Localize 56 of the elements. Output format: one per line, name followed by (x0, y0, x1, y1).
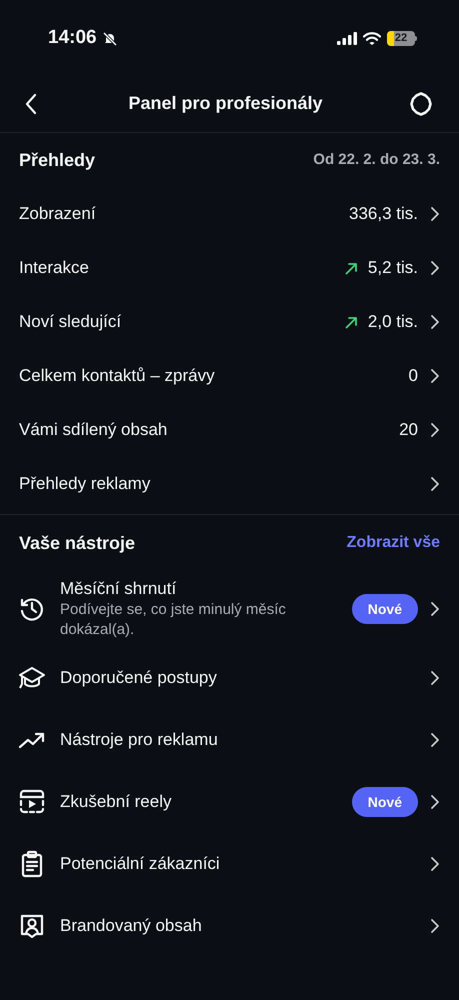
stat-label: Celkem kontaktů – zprávy (19, 365, 216, 388)
tool-row[interactable]: Doporučené postupy (0, 647, 459, 709)
reel-icon (18, 788, 46, 816)
tool-label: Nástroje pro reklamu (60, 729, 219, 751)
stat-value: 5,2 tis. (368, 257, 418, 280)
stat-label: Přehledy reklamy (19, 473, 152, 496)
section-title: Vaše nástroje (19, 532, 136, 555)
tool-row[interactable]: Zkušební reely Nové (0, 771, 459, 833)
chevron-right-icon (430, 368, 440, 384)
stat-value: 2,0 tis. (368, 311, 418, 334)
signal-icon (337, 32, 357, 45)
chevron-right-icon (430, 732, 440, 748)
chevron-right-icon (430, 918, 440, 934)
tool-label: Potenciální zákazníci (60, 853, 221, 875)
wifi-icon (363, 32, 381, 45)
stat-value: 0 (408, 365, 418, 388)
chevron-right-icon (430, 601, 440, 617)
stat-label: Zobrazení (19, 203, 97, 226)
tool-row[interactable]: Měsíční shrnutí Podívejte se, co jste minulý měsíc dokázal(a). Nové (0, 571, 459, 647)
stat-row[interactable]: Interakce 5,2 tis. (0, 241, 459, 295)
tool-label: Měsíční shrnutí (60, 578, 178, 600)
section-title: Přehledy (19, 148, 96, 172)
chevron-right-icon (430, 422, 440, 438)
tool-row[interactable]: Nástroje pro reklamu (0, 709, 459, 771)
tool-description: Podívejte se, co jste minulý měsíc dokázal(a). (60, 600, 287, 640)
tool-row[interactable]: Brandovaný obsah (0, 895, 459, 957)
stat-label: Vámi sdílený obsah (19, 419, 168, 442)
stat-value: 20 (399, 419, 418, 442)
muted-bell-icon (102, 30, 118, 46)
tool-label: Brandovaný obsah (60, 915, 203, 937)
date-range: Od 22. 2. do 23. 3. (313, 150, 440, 170)
status-time: 14:06 (48, 26, 97, 50)
new-badge: Nové (352, 594, 418, 624)
chevron-right-icon (430, 476, 440, 492)
tool-row[interactable]: Potenciální zákazníci (0, 833, 459, 895)
stat-row[interactable]: Vámi sdílený obsah 20 (0, 403, 459, 457)
stat-label: Interakce (19, 257, 90, 280)
chevron-right-icon (430, 206, 440, 222)
stat-value: 336,3 tis. (349, 203, 418, 226)
person-frame-icon (18, 912, 46, 940)
chevron-right-icon (430, 260, 440, 276)
screen-title: Panel pro profesionály (128, 92, 323, 115)
stat-row[interactable]: Noví sledující 2,0 tis. (0, 295, 459, 349)
stat-label: Noví sledující (19, 311, 122, 334)
new-badge: Nové (352, 787, 418, 817)
see-all-link[interactable]: Zobrazit vše (346, 531, 440, 555)
battery-level: 22 (394, 33, 408, 44)
tool-label: Doporučené postupy (60, 667, 218, 689)
chevron-right-icon (430, 856, 440, 872)
tool-label: Zkušební reely (60, 791, 172, 813)
stat-row[interactable]: Celkem kontaktů – zprávy 0 (0, 349, 459, 403)
stat-row[interactable]: Zobrazení 336,3 tis. (0, 187, 459, 241)
chevron-right-icon (430, 314, 440, 330)
stat-row[interactable]: Přehledy reklamy (0, 457, 459, 511)
chevron-right-icon (430, 794, 440, 810)
chevron-right-icon (430, 670, 440, 686)
